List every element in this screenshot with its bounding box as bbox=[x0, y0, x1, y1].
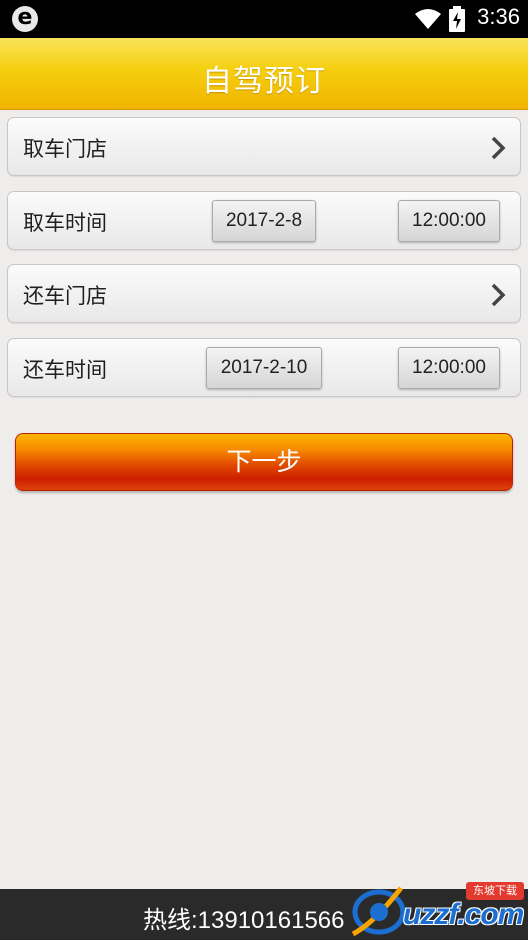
return-time-button[interactable]: 12:00:00 bbox=[398, 347, 500, 389]
chevron-right-icon bbox=[491, 283, 506, 307]
pickup-store-label: 取车门店 bbox=[23, 137, 107, 161]
watermark-logo-icon bbox=[351, 886, 406, 937]
title-bar: 自驾预订 bbox=[0, 38, 528, 110]
wifi-icon bbox=[415, 9, 441, 29]
chevron-right-icon bbox=[491, 136, 506, 160]
return-date-button[interactable]: 2017-2-10 bbox=[206, 347, 322, 389]
status-clock: 3:36 bbox=[477, 4, 520, 29]
hotline-text: 热线:13910161566 bbox=[143, 907, 345, 934]
return-time-row: 还车时间 2017-2-10 12:00:00 bbox=[7, 338, 521, 397]
return-store-label: 还车门店 bbox=[23, 284, 107, 308]
page-title: 自驾预订 bbox=[202, 64, 326, 99]
next-step-button[interactable]: 下一步 bbox=[15, 433, 513, 491]
pickup-store-row[interactable]: 取车门店 bbox=[7, 117, 521, 176]
status-bar: e 3:36 bbox=[0, 0, 528, 38]
pickup-time-label: 取车时间 bbox=[23, 211, 107, 235]
pickup-date-button[interactable]: 2017-2-8 bbox=[212, 200, 316, 242]
pickup-time-button[interactable]: 12:00:00 bbox=[398, 200, 500, 242]
pickup-time-row: 取车时间 2017-2-8 12:00:00 bbox=[7, 191, 521, 250]
return-store-row[interactable]: 还车门店 bbox=[7, 264, 521, 323]
app-notification-icon: e bbox=[12, 6, 38, 32]
battery-charging-icon bbox=[449, 6, 465, 32]
watermark-text: uzzf.com bbox=[403, 898, 524, 931]
return-time-label: 还车时间 bbox=[23, 358, 107, 382]
site-watermark: 东坡下载 uzzf.com bbox=[345, 878, 528, 940]
